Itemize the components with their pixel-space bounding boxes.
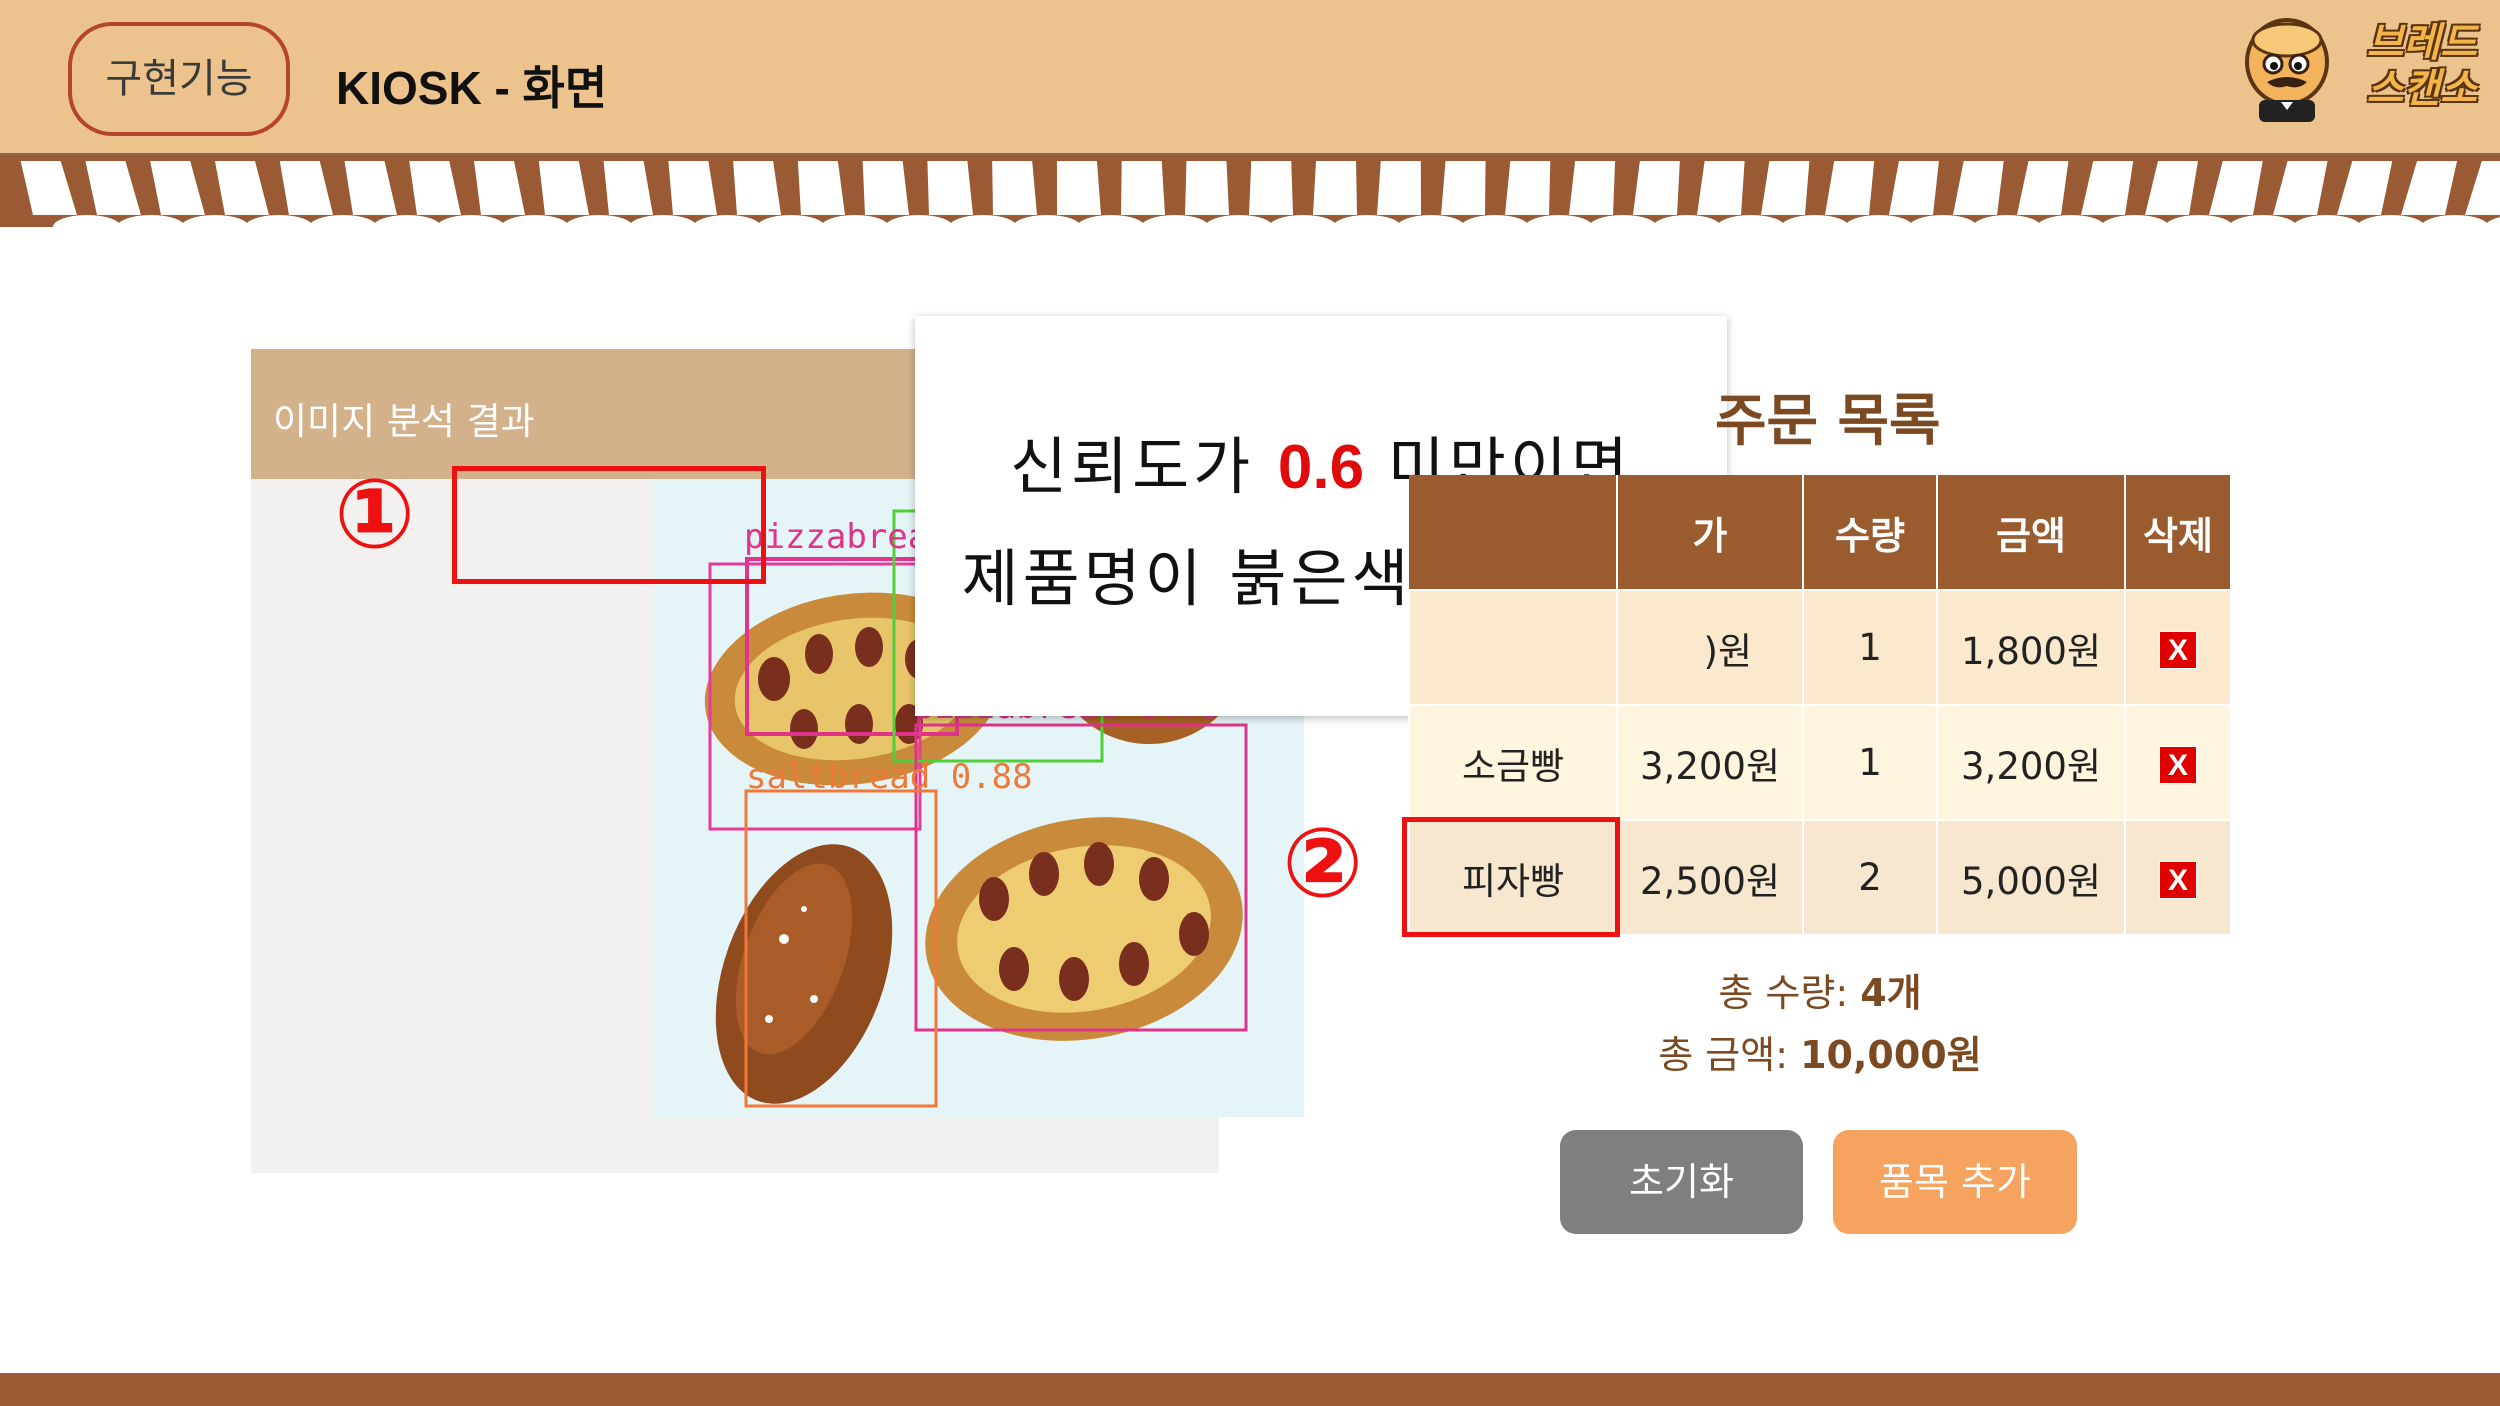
confidence-threshold: 0.6 (1277, 433, 1365, 502)
item-qty: 1 (1802, 704, 1938, 821)
item-name: 소금빵 (1408, 704, 1618, 821)
item-name (1408, 589, 1618, 706)
marker-one: ① (334, 458, 416, 570)
table-row: )원 1 1,800원 X (1408, 589, 2232, 706)
item-price: 2,500원 (1616, 819, 1804, 936)
delete-cell: X (2124, 819, 2232, 936)
total-quantity-label: 총 수량: (1718, 971, 1861, 1015)
delete-cell: X (2124, 589, 2232, 706)
order-list-title: 주문 목록 (1715, 389, 1941, 454)
delete-cell: X (2124, 704, 2232, 821)
item-amount: 1,800원 (1936, 589, 2126, 706)
item-amount: 3,200원 (1936, 704, 2126, 821)
footer-bar (0, 1373, 2500, 1406)
total-amount-label: 총 금액: (1658, 1033, 1801, 1077)
header-bar: 구현기능 KIOSK - 화면 브레드 스캔소 (0, 0, 2500, 155)
panel-title: 이미지 분석 결과 (273, 400, 535, 443)
delete-button[interactable]: X (2159, 631, 2197, 669)
marker-two: ② (1282, 807, 1364, 919)
col-header-name (1409, 475, 1618, 590)
delete-button[interactable]: X (2159, 861, 2197, 899)
delete-button[interactable]: X (2159, 746, 2197, 784)
item-price: 3,200원 (1616, 704, 1804, 821)
table-header-row: 가 수량 금액 삭제 (1409, 475, 2232, 590)
feature-badge: 구현기능 (68, 22, 290, 136)
logo-line-1: 브레드 (2366, 20, 2477, 66)
order-totals: 총 수량: 4개 총 금액: 10,000원 (1600, 962, 2040, 1086)
item-qty: 1 (1802, 589, 1938, 706)
mascot-icon (2245, 18, 2329, 122)
total-amount: 총 금액: 10,000원 (1600, 1024, 2040, 1086)
col-header-amount: 금액 (1937, 475, 2126, 590)
awning-decoration (0, 155, 2500, 239)
col-header-delete: 삭제 (2125, 475, 2232, 590)
logo-line-2: 스캔소 (2366, 66, 2477, 112)
table-row: 소금빵 3,200원 1 3,200원 X (1408, 704, 2232, 821)
item-price: )원 (1616, 589, 1804, 706)
col-header-qty: 수량 (1803, 475, 1938, 590)
item-amount: 5,000원 (1936, 819, 2126, 936)
detection-label: saltbread 0.88 (746, 757, 1033, 797)
highlight-box-product-name (1402, 817, 1620, 937)
page-title: KIOSK - 화면 (336, 62, 608, 114)
brand-logo: 브레드 스캔소 (2225, 10, 2485, 125)
col-header-price: 가 (1617, 475, 1804, 590)
total-quantity-value: 4개 (1860, 971, 1922, 1015)
reset-button[interactable]: 초기화 (1560, 1130, 1803, 1234)
total-amount-value: 10,000원 (1800, 1033, 1982, 1077)
highlight-box-confidence (452, 466, 766, 584)
total-quantity: 총 수량: 4개 (1600, 962, 2040, 1024)
add-item-button[interactable]: 품목 추가 (1833, 1130, 2077, 1234)
feature-badge-label: 구현기능 (105, 56, 253, 102)
callout-line-1-pre: 신뢰도가 (1010, 430, 1278, 503)
item-qty: 2 (1802, 819, 1938, 936)
brand-logo-text: 브레드 스캔소 (2367, 20, 2477, 112)
